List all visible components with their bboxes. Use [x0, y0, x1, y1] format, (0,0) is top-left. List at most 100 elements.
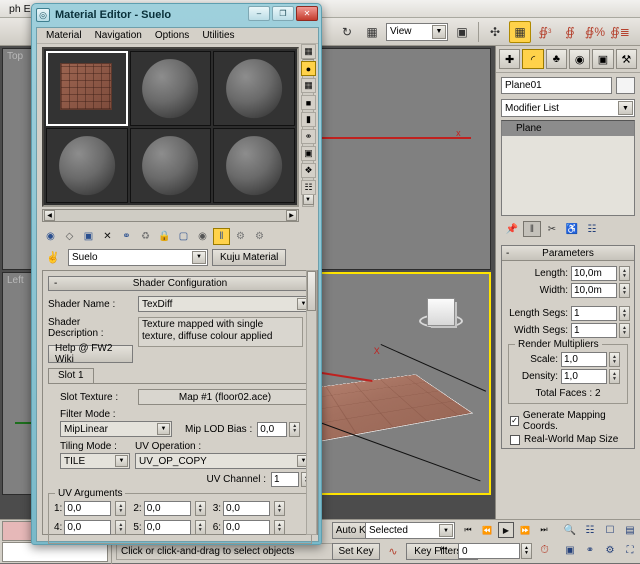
chevron-down-icon[interactable]: ▼: [157, 423, 170, 435]
spinner-arrows-icon[interactable]: ▲▼: [274, 520, 285, 535]
length-value[interactable]: 10,0m: [571, 266, 617, 281]
width-value[interactable]: 10,0m: [571, 283, 617, 298]
generate-mapping-coords-row[interactable]: ✓ Generate Mapping Coords.: [502, 409, 634, 433]
chevron-down-icon[interactable]: ▼: [432, 25, 446, 39]
real-world-map-size-row[interactable]: Real-World Map Size: [502, 433, 634, 446]
view-cube-box[interactable]: [427, 298, 455, 326]
spinner-arrows-icon[interactable]: ▲▼: [289, 422, 300, 437]
chevron-down-icon[interactable]: ▼: [115, 455, 128, 467]
sample-slot-5[interactable]: [130, 128, 212, 203]
orbit-icon[interactable]: ⚙: [602, 542, 618, 558]
scrollbar-thumb[interactable]: [307, 271, 316, 311]
spinner-arrows-icon[interactable]: ▲▼: [609, 369, 620, 384]
display-tab[interactable]: ▣: [592, 49, 613, 69]
sample-slots-hscrollbar[interactable]: ◀ ▶: [42, 209, 299, 222]
spinner-arrows-icon[interactable]: ▲▼: [195, 501, 206, 516]
undo-icon[interactable]: ↻: [336, 21, 358, 43]
chevron-down-icon[interactable]: ▼: [192, 251, 206, 264]
parameters-rollout-header[interactable]: - Parameters: [502, 246, 634, 261]
mip-lod-bias-spinner[interactable]: 0,0 ▲▼: [257, 422, 300, 437]
background-checker-icon[interactable]: ▦: [301, 78, 316, 93]
length-spinner[interactable]: 10,0m ▲▼: [571, 266, 630, 281]
sample-slot-1[interactable]: [46, 51, 128, 126]
rollout-collapse-icon[interactable]: -: [54, 278, 57, 289]
uv-channel-value[interactable]: 1: [271, 472, 299, 487]
options-icon[interactable]: ⚙: [251, 228, 268, 245]
sample-uv-tiling-icon[interactable]: ■: [301, 95, 316, 110]
chevron-down-icon[interactable]: ▼: [439, 524, 453, 537]
sample-slot-4[interactable]: [46, 128, 128, 203]
uv-argument-3-value[interactable]: 0,0: [223, 501, 270, 516]
frame-spinner-arrows-icon[interactable]: ▲▼: [521, 543, 532, 559]
shader-name-dropdown[interactable]: TexDiff ▼: [138, 296, 312, 312]
spinner-arrows-icon[interactable]: ▲▼: [115, 501, 126, 516]
slot-tab-1[interactable]: Slot 1: [48, 368, 94, 383]
minimize-button[interactable]: –: [248, 6, 270, 21]
reset-map-icon[interactable]: ▣: [80, 228, 97, 245]
uv-argument-6-value[interactable]: 0,0: [223, 520, 270, 535]
show-map-in-viewport-icon[interactable]: ▢: [175, 228, 192, 245]
stack-item-plane[interactable]: Plane: [502, 121, 634, 136]
modifier-stack[interactable]: Plane: [501, 120, 635, 216]
med-menu-utilities[interactable]: Utilities: [196, 29, 240, 42]
tiling-mode-dropdown[interactable]: TILE ▼: [60, 453, 130, 469]
scale-value[interactable]: 1,0: [561, 352, 607, 367]
make-unique-icon[interactable]: ✂: [543, 221, 561, 237]
object-color-swatch[interactable]: [616, 77, 635, 94]
object-name-field[interactable]: Plane01: [501, 77, 612, 94]
close-button[interactable]: ✕: [296, 6, 318, 21]
assign-material-icon[interactable]: ◇: [61, 228, 78, 245]
set-key-button[interactable]: Set Key: [332, 543, 380, 560]
shader-configuration-header[interactable]: - Shader Configuration: [48, 276, 312, 291]
eyedropper-icon[interactable]: ✌: [42, 251, 64, 264]
mip-lod-bias-value[interactable]: 0,0: [257, 422, 287, 437]
spinner-arrows-icon[interactable]: ▲▼: [609, 352, 620, 367]
density-value[interactable]: 1,0: [561, 369, 607, 384]
show-end-result-icon[interactable]: ◉: [194, 228, 211, 245]
generate-mapping-coords-checkbox[interactable]: ✓: [510, 416, 519, 426]
motion-tab[interactable]: ◉: [569, 49, 590, 69]
material-name-field[interactable]: Suelo ▼: [68, 249, 208, 266]
length-segs-spinner[interactable]: 1 ▲▼: [571, 306, 630, 321]
modifier-list-dropdown[interactable]: Modifier List ▼: [501, 99, 635, 117]
sample-slot-3[interactable]: [213, 51, 295, 126]
material-effects-icon[interactable]: 🔒: [156, 228, 173, 245]
width-segs-value[interactable]: 1: [571, 323, 617, 338]
spinner-arrows-icon[interactable]: ▲▼: [115, 520, 126, 535]
med-menu-options[interactable]: Options: [149, 29, 195, 42]
key-mode-toggle-icon[interactable]: ⏮: [440, 544, 447, 554]
length-segs-value[interactable]: 1: [571, 306, 617, 321]
video-color-check-icon[interactable]: ▮: [301, 112, 316, 127]
med-menu-material[interactable]: Material: [40, 29, 88, 42]
selection-filter-icon[interactable]: ▣: [451, 21, 473, 43]
spinner-arrows-icon[interactable]: ▲▼: [619, 283, 630, 298]
maximize-button[interactable]: ❐: [272, 6, 294, 21]
spinner-arrows-icon[interactable]: ▲▼: [619, 323, 630, 338]
filter-mode-dropdown[interactable]: MipLinear ▼: [60, 421, 172, 437]
configure-sets-icon[interactable]: ☷: [583, 221, 601, 237]
angle-snap-icon[interactable]: ∯3: [534, 21, 556, 43]
rollout-collapse-icon[interactable]: -: [506, 248, 509, 259]
backlight-icon[interactable]: ●: [301, 61, 316, 76]
listener-white-field[interactable]: [2, 542, 108, 562]
play-animation-icon[interactable]: ▶: [498, 522, 514, 538]
scale-spinner[interactable]: 1,0 ▲▼: [561, 352, 620, 367]
uv-argument-1-value[interactable]: 0,0: [64, 501, 111, 516]
select-by-material-icon[interactable]: ❖: [301, 163, 316, 178]
remove-modifier-icon[interactable]: ♿: [563, 221, 581, 237]
make-preview-icon[interactable]: ⚭: [301, 129, 316, 144]
uv-argument-4-value[interactable]: 0,0: [64, 520, 111, 535]
scroll-right-icon[interactable]: ▶: [286, 210, 297, 221]
set-key-mode-icon[interactable]: ∿: [383, 543, 403, 560]
snaps-toggle-icon[interactable]: ▦: [509, 21, 531, 43]
density-spinner[interactable]: 1,0 ▲▼: [561, 369, 620, 384]
material-editor-titlebar[interactable]: ◎ Material Editor - Suelo – ❐ ✕: [32, 4, 321, 26]
rollout-vertical-scrollbar[interactable]: [306, 270, 317, 535]
pin-stack-icon[interactable]: 📌: [503, 221, 521, 237]
uv-argument-2-value[interactable]: 0,0: [144, 501, 191, 516]
go-to-parent-icon[interactable]: ‖: [213, 228, 230, 245]
modify-tab[interactable]: ◜: [522, 49, 543, 69]
percent-snap-icon[interactable]: ∯: [559, 21, 581, 43]
zoom-all-icon[interactable]: ☷: [582, 522, 598, 538]
current-frame-field[interactable]: 0: [458, 543, 520, 559]
